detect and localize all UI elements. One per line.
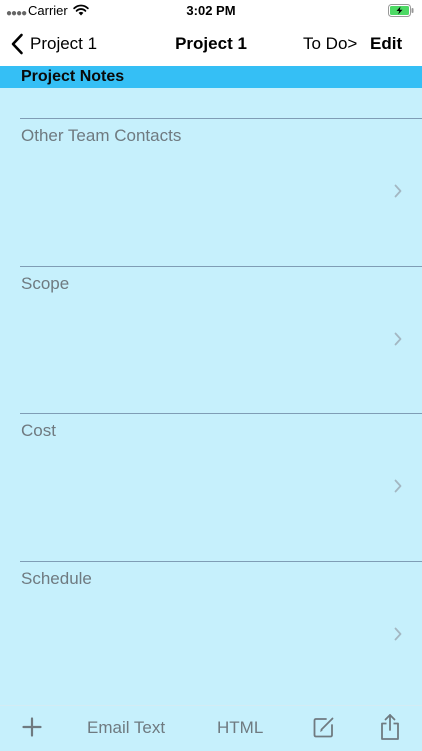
back-button[interactable]: Project 1 bbox=[10, 32, 97, 56]
chevron-right-icon bbox=[394, 332, 402, 345]
bottom-toolbar: Email Text HTML bbox=[0, 705, 422, 751]
edit-button[interactable]: Edit bbox=[370, 34, 402, 54]
list-item[interactable]: Schedule bbox=[20, 560, 422, 709]
list-item[interactable]: Other Team Contacts bbox=[20, 118, 422, 266]
html-button[interactable]: HTML bbox=[217, 718, 263, 738]
list-item-label: Cost bbox=[21, 421, 56, 440]
status-bar: ●●●● Carrier 3:02 PM bbox=[0, 0, 422, 22]
list-item-label: Other Team Contacts bbox=[21, 126, 182, 145]
chevron-left-icon bbox=[11, 33, 23, 55]
chevron-right-icon bbox=[394, 184, 402, 198]
email-text-button[interactable]: Email Text bbox=[87, 718, 165, 738]
chevron-right-icon bbox=[394, 479, 402, 493]
status-time: 3:02 PM bbox=[186, 3, 236, 18]
notes-list: Other Team Contacts Scope Cost Schedule bbox=[0, 118, 422, 708]
battery-charging-icon bbox=[388, 4, 414, 17]
list-item-label: Scope bbox=[21, 273, 70, 293]
section-header-project-notes: Project Notes bbox=[0, 66, 422, 88]
list-item-label: Schedule bbox=[21, 568, 92, 588]
share-icon[interactable] bbox=[379, 713, 401, 741]
plus-icon[interactable] bbox=[22, 717, 42, 737]
list-item[interactable]: Cost bbox=[20, 413, 422, 561]
navigation-bar: Project 1 Project 1 To Do> Edit bbox=[0, 22, 422, 66]
compose-icon[interactable] bbox=[312, 715, 336, 739]
chevron-right-icon bbox=[394, 627, 402, 640]
todo-button[interactable]: To Do> bbox=[303, 34, 357, 54]
back-button-label: Project 1 bbox=[30, 34, 98, 53]
list-item[interactable]: Scope bbox=[20, 265, 422, 414]
